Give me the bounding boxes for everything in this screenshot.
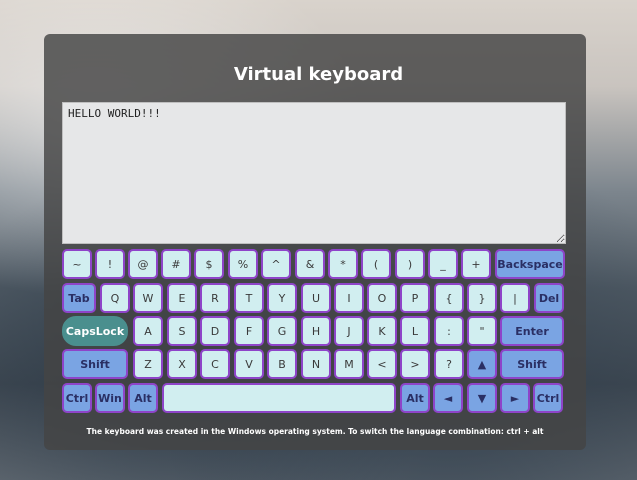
key-backspace[interactable]: Backspace: [495, 249, 565, 279]
key-colon[interactable]: :: [434, 316, 464, 346]
key-arrow-left[interactable]: ◄: [433, 383, 463, 413]
key-arrow-up[interactable]: ▲: [467, 349, 497, 379]
key-at[interactable]: @: [128, 249, 158, 279]
key-y[interactable]: Y: [267, 283, 297, 313]
page-title: Virtual keyboard: [233, 64, 404, 85]
key-c[interactable]: C: [200, 349, 230, 379]
key-quote[interactable]: ": [467, 316, 497, 346]
key-n[interactable]: N: [301, 349, 331, 379]
key-e[interactable]: E: [167, 283, 197, 313]
key-underscore[interactable]: _: [428, 249, 458, 279]
key-l[interactable]: L: [400, 316, 430, 346]
key-x[interactable]: X: [167, 349, 197, 379]
key-del[interactable]: Del: [534, 283, 564, 313]
text-output-area[interactable]: [62, 102, 566, 244]
key-pipe[interactable]: |: [500, 283, 530, 313]
key-enter[interactable]: Enter: [500, 316, 564, 346]
key-alt-left[interactable]: Alt: [128, 383, 158, 413]
key-arrow-right[interactable]: ►: [500, 383, 530, 413]
key-ctrl-left[interactable]: Ctrl: [62, 383, 92, 413]
key-shift-left[interactable]: Shift: [62, 349, 128, 379]
usage-footnote: The keyboard was created in the Windows …: [86, 427, 544, 436]
key-m[interactable]: M: [334, 349, 364, 379]
key-plus[interactable]: +: [461, 249, 491, 279]
key-s[interactable]: S: [167, 316, 197, 346]
key-r[interactable]: R: [200, 283, 230, 313]
key-z[interactable]: Z: [133, 349, 163, 379]
key-tab[interactable]: Tab: [62, 283, 96, 313]
key-q[interactable]: Q: [100, 283, 130, 313]
key-t[interactable]: T: [234, 283, 264, 313]
key-percent[interactable]: %: [228, 249, 258, 279]
key-h[interactable]: H: [301, 316, 331, 346]
key-brace-left[interactable]: {: [434, 283, 464, 313]
key-question[interactable]: ?: [434, 349, 464, 379]
key-alt-right[interactable]: Alt: [400, 383, 430, 413]
key-arrow-down[interactable]: ▼: [467, 383, 497, 413]
key-asterisk[interactable]: *: [328, 249, 358, 279]
key-v[interactable]: V: [234, 349, 264, 379]
key-space[interactable]: [162, 383, 396, 413]
key-g[interactable]: G: [267, 316, 297, 346]
key-caret[interactable]: ^: [261, 249, 291, 279]
key-paren-left[interactable]: (: [361, 249, 391, 279]
key-u[interactable]: U: [301, 283, 331, 313]
key-ampersand[interactable]: &: [295, 249, 325, 279]
key-f[interactable]: F: [234, 316, 264, 346]
key-brace-right[interactable]: }: [467, 283, 497, 313]
key-ctrl-right[interactable]: Ctrl: [533, 383, 563, 413]
key-shift-right[interactable]: Shift: [500, 349, 564, 379]
key-w[interactable]: W: [133, 283, 163, 313]
key-dollar[interactable]: $: [194, 249, 224, 279]
key-hash[interactable]: #: [161, 249, 191, 279]
key-o[interactable]: O: [367, 283, 397, 313]
key-exclamation[interactable]: !: [95, 249, 125, 279]
key-tilde[interactable]: ~: [62, 249, 92, 279]
key-win[interactable]: Win: [95, 383, 125, 413]
key-k[interactable]: K: [367, 316, 397, 346]
key-paren-right[interactable]: ): [395, 249, 425, 279]
key-greater-than[interactable]: >: [400, 349, 430, 379]
key-less-than[interactable]: <: [367, 349, 397, 379]
key-j[interactable]: J: [334, 316, 364, 346]
key-a[interactable]: A: [133, 316, 163, 346]
key-capslock[interactable]: CapsLock: [62, 316, 128, 346]
key-d[interactable]: D: [200, 316, 230, 346]
key-b[interactable]: B: [267, 349, 297, 379]
key-i[interactable]: I: [334, 283, 364, 313]
key-p[interactable]: P: [400, 283, 430, 313]
